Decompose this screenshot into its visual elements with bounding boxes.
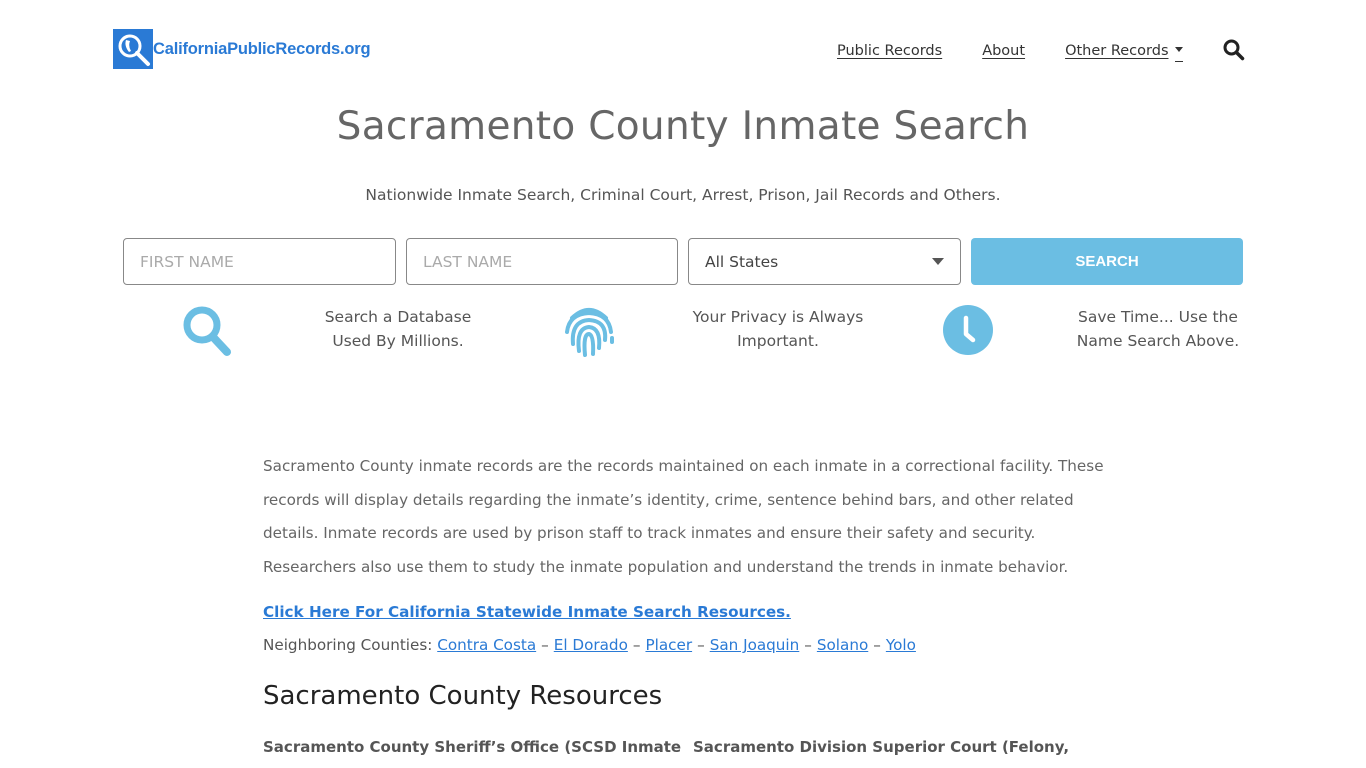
separator: –	[804, 636, 812, 654]
separator: –	[697, 636, 705, 654]
feature-text: Search a Database Used By Millions.	[293, 305, 503, 353]
state-select[interactable]: All States	[688, 238, 961, 285]
page-subtitle: Nationwide Inmate Search, Criminal Court…	[365, 186, 1001, 204]
statewide-resources-link[interactable]: Click Here For California Statewide Inma…	[263, 603, 791, 621]
state-select-value: All States	[705, 252, 779, 271]
search-button[interactable]: SEARCH	[971, 238, 1243, 285]
last-name-input[interactable]	[406, 238, 678, 285]
clock-icon	[942, 304, 996, 364]
nav-other-records-label: Other Records	[1065, 43, 1169, 59]
feature-line: Search a Database	[324, 308, 472, 326]
county-link-solano[interactable]: Solano	[817, 636, 868, 654]
intro-paragraph: Sacramento County inmate records are the…	[263, 457, 1104, 577]
resources-heading: Sacramento County Resources	[263, 681, 663, 711]
resource-title: Sacramento County Sheriff’s Office (SCSD…	[263, 738, 682, 756]
separator: –	[873, 636, 881, 654]
county-link-el-dorado[interactable]: El Dorado	[554, 636, 628, 654]
feature-line: Save Time... Use the	[1078, 308, 1238, 326]
resource-title: Sacramento Division Superior Court (Felo…	[693, 738, 1070, 756]
site-logo[interactable]: CaliforniaPublicRecords.org	[113, 29, 371, 69]
inmate-search-form: All States SEARCH	[123, 238, 1243, 285]
nav-public-records[interactable]: Public Records	[837, 43, 942, 59]
main-nav: Public Records About Other Records	[837, 40, 1183, 62]
caret-down-icon	[932, 258, 944, 265]
feature-text: Your Privacy is Always Important.	[673, 305, 883, 353]
county-link-placer[interactable]: Placer	[645, 636, 692, 654]
feature-text: Save Time... Use the Name Search Above.	[1053, 305, 1263, 353]
site-header: CaliforniaPublicRecords.org Public Recor…	[0, 0, 1366, 100]
search-icon[interactable]	[1222, 38, 1246, 66]
chevron-down-icon[interactable]	[1174, 40, 1183, 62]
logo-text: CaliforniaPublicRecords.org	[153, 39, 371, 58]
fingerprint-icon	[562, 304, 616, 364]
nav-about[interactable]: About	[982, 43, 1025, 59]
search-icon	[181, 304, 235, 364]
first-name-input[interactable]	[123, 238, 396, 285]
county-link-san-joaquin[interactable]: San Joaquin	[710, 636, 800, 654]
feature-line: Name Search Above.	[1076, 332, 1240, 350]
county-link-yolo[interactable]: Yolo	[886, 636, 916, 654]
page-title: Sacramento County Inmate Search	[336, 104, 1030, 149]
nav-other-records[interactable]: Other Records	[1065, 43, 1168, 59]
feature-line: Important.	[737, 332, 819, 350]
logo-magnifier-icon	[113, 29, 153, 69]
county-link-contra-costa[interactable]: Contra Costa	[437, 636, 536, 654]
main-content: Sacramento County inmate records are the…	[263, 450, 1113, 756]
features-row: Search a Database Used By Millions. Your…	[123, 300, 1243, 365]
feature-line: Used By Millions.	[332, 332, 464, 350]
feature-line: Your Privacy is Always	[692, 308, 864, 326]
separator: –	[541, 636, 549, 654]
neighboring-counties: Neighboring Counties: Contra Costa – El Do…	[263, 636, 916, 654]
neighbors-label: Neighboring Counties:	[263, 636, 433, 654]
separator: –	[632, 636, 641, 654]
